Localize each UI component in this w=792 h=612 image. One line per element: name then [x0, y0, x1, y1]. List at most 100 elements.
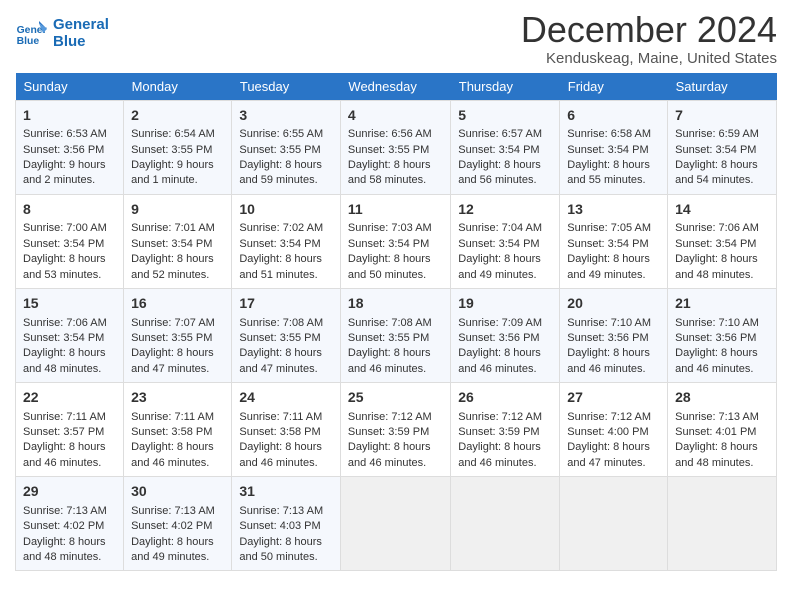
sunset: Sunset: 3:54 PM — [458, 237, 552, 252]
day-number: 28 — [675, 388, 769, 408]
daylight: Daylight: 8 hours and 52 minutes. — [131, 252, 224, 283]
sunrise: Sunrise: 7:02 AM — [239, 221, 333, 236]
daylight: Daylight: 8 hours and 56 minutes. — [458, 158, 552, 189]
calendar-week-1: 1Sunrise: 6:53 AMSunset: 3:56 PMDaylight… — [16, 100, 777, 194]
daylight: Daylight: 8 hours and 48 minutes. — [675, 440, 769, 471]
calendar-cell: 15Sunrise: 7:06 AMSunset: 3:54 PMDayligh… — [16, 288, 124, 382]
day-number: 29 — [23, 482, 116, 502]
header-wednesday: Wednesday — [340, 73, 450, 101]
calendar-cell: 24Sunrise: 7:11 AMSunset: 3:58 PMDayligh… — [232, 383, 341, 477]
sunrise: Sunrise: 7:10 AM — [675, 316, 769, 331]
sunset: Sunset: 3:54 PM — [675, 143, 769, 158]
sunset: Sunset: 3:54 PM — [567, 237, 660, 252]
calendar-cell — [560, 477, 668, 571]
daylight: Daylight: 8 hours and 46 minutes. — [567, 346, 660, 377]
day-number: 16 — [131, 294, 224, 314]
sunset: Sunset: 3:55 PM — [348, 143, 443, 158]
daylight: Daylight: 8 hours and 49 minutes. — [567, 252, 660, 283]
day-number: 4 — [348, 106, 443, 126]
logo-icon: General Blue — [15, 17, 47, 49]
day-number: 21 — [675, 294, 769, 314]
calendar-cell: 18Sunrise: 7:08 AMSunset: 3:55 PMDayligh… — [340, 288, 450, 382]
calendar-cell: 21Sunrise: 7:10 AMSunset: 3:56 PMDayligh… — [668, 288, 777, 382]
day-number: 25 — [348, 388, 443, 408]
calendar-cell: 3Sunrise: 6:55 AMSunset: 3:55 PMDaylight… — [232, 100, 341, 194]
header-friday: Friday — [560, 73, 668, 101]
day-number: 3 — [239, 106, 333, 126]
daylight: Daylight: 8 hours and 50 minutes. — [239, 535, 333, 566]
sunrise: Sunrise: 7:05 AM — [567, 221, 660, 236]
daylight: Daylight: 8 hours and 46 minutes. — [131, 440, 224, 471]
sunrise: Sunrise: 7:03 AM — [348, 221, 443, 236]
day-number: 7 — [675, 106, 769, 126]
calendar-cell: 31Sunrise: 7:13 AMSunset: 4:03 PMDayligh… — [232, 477, 341, 571]
sunset: Sunset: 3:54 PM — [567, 143, 660, 158]
sunset: Sunset: 3:56 PM — [458, 331, 552, 346]
sunset: Sunset: 3:55 PM — [348, 331, 443, 346]
logo-line2: Blue — [53, 33, 109, 50]
sunrise: Sunrise: 6:55 AM — [239, 127, 333, 142]
calendar-cell: 17Sunrise: 7:08 AMSunset: 3:55 PMDayligh… — [232, 288, 341, 382]
header: General Blue General Blue December 2024 … — [15, 10, 777, 67]
header-monday: Monday — [124, 73, 232, 101]
daylight: Daylight: 8 hours and 46 minutes. — [239, 440, 333, 471]
day-number: 13 — [567, 200, 660, 220]
calendar-cell: 23Sunrise: 7:11 AMSunset: 3:58 PMDayligh… — [124, 383, 232, 477]
daylight: Daylight: 8 hours and 49 minutes. — [131, 535, 224, 566]
calendar-cell — [340, 477, 450, 571]
sunrise: Sunrise: 6:57 AM — [458, 127, 552, 142]
calendar-cell: 14Sunrise: 7:06 AMSunset: 3:54 PMDayligh… — [668, 194, 777, 288]
header-saturday: Saturday — [668, 73, 777, 101]
sunset: Sunset: 3:55 PM — [131, 331, 224, 346]
calendar-cell — [668, 477, 777, 571]
calendar-cell: 27Sunrise: 7:12 AMSunset: 4:00 PMDayligh… — [560, 383, 668, 477]
sunset: Sunset: 3:54 PM — [23, 331, 116, 346]
calendar-cell: 9Sunrise: 7:01 AMSunset: 3:54 PMDaylight… — [124, 194, 232, 288]
day-number: 19 — [458, 294, 552, 314]
sunset: Sunset: 3:55 PM — [131, 143, 224, 158]
sunrise: Sunrise: 7:08 AM — [348, 316, 443, 331]
daylight: Daylight: 9 hours and 2 minutes. — [23, 158, 116, 189]
sunset: Sunset: 4:01 PM — [675, 425, 769, 440]
sunset: Sunset: 3:57 PM — [23, 425, 116, 440]
calendar-cell: 4Sunrise: 6:56 AMSunset: 3:55 PMDaylight… — [340, 100, 450, 194]
day-number: 2 — [131, 106, 224, 126]
day-number: 1 — [23, 106, 116, 126]
sunrise: Sunrise: 7:12 AM — [348, 410, 443, 425]
sunrise: Sunrise: 7:13 AM — [131, 504, 224, 519]
calendar-week-3: 15Sunrise: 7:06 AMSunset: 3:54 PMDayligh… — [16, 288, 777, 382]
calendar-cell: 5Sunrise: 6:57 AMSunset: 3:54 PMDaylight… — [451, 100, 560, 194]
sunset: Sunset: 3:58 PM — [239, 425, 333, 440]
calendar-cell: 10Sunrise: 7:02 AMSunset: 3:54 PMDayligh… — [232, 194, 341, 288]
sunset: Sunset: 3:56 PM — [567, 331, 660, 346]
calendar-cell: 6Sunrise: 6:58 AMSunset: 3:54 PMDaylight… — [560, 100, 668, 194]
sunset: Sunset: 4:03 PM — [239, 519, 333, 534]
calendar-cell: 16Sunrise: 7:07 AMSunset: 3:55 PMDayligh… — [124, 288, 232, 382]
calendar-cell: 29Sunrise: 7:13 AMSunset: 4:02 PMDayligh… — [16, 477, 124, 571]
sunrise: Sunrise: 7:13 AM — [675, 410, 769, 425]
daylight: Daylight: 8 hours and 46 minutes. — [348, 346, 443, 377]
daylight: Daylight: 9 hours and 1 minute. — [131, 158, 224, 189]
sunset: Sunset: 3:54 PM — [675, 237, 769, 252]
daylight: Daylight: 8 hours and 59 minutes. — [239, 158, 333, 189]
sunset: Sunset: 3:56 PM — [23, 143, 116, 158]
sunrise: Sunrise: 7:11 AM — [239, 410, 333, 425]
daylight: Daylight: 8 hours and 49 minutes. — [458, 252, 552, 283]
calendar-cell: 22Sunrise: 7:11 AMSunset: 3:57 PMDayligh… — [16, 383, 124, 477]
sunset: Sunset: 3:54 PM — [458, 143, 552, 158]
day-number: 27 — [567, 388, 660, 408]
daylight: Daylight: 8 hours and 47 minutes. — [239, 346, 333, 377]
sunset: Sunset: 3:59 PM — [348, 425, 443, 440]
logo: General Blue General Blue — [15, 16, 109, 50]
calendar-cell — [451, 477, 560, 571]
sunrise: Sunrise: 7:10 AM — [567, 316, 660, 331]
calendar-cell: 19Sunrise: 7:09 AMSunset: 3:56 PMDayligh… — [451, 288, 560, 382]
day-number: 12 — [458, 200, 552, 220]
daylight: Daylight: 8 hours and 46 minutes. — [458, 440, 552, 471]
sunrise: Sunrise: 6:53 AM — [23, 127, 116, 142]
daylight: Daylight: 8 hours and 51 minutes. — [239, 252, 333, 283]
sunset: Sunset: 3:54 PM — [23, 237, 116, 252]
calendar-cell: 13Sunrise: 7:05 AMSunset: 3:54 PMDayligh… — [560, 194, 668, 288]
daylight: Daylight: 8 hours and 58 minutes. — [348, 158, 443, 189]
sunset: Sunset: 4:02 PM — [131, 519, 224, 534]
